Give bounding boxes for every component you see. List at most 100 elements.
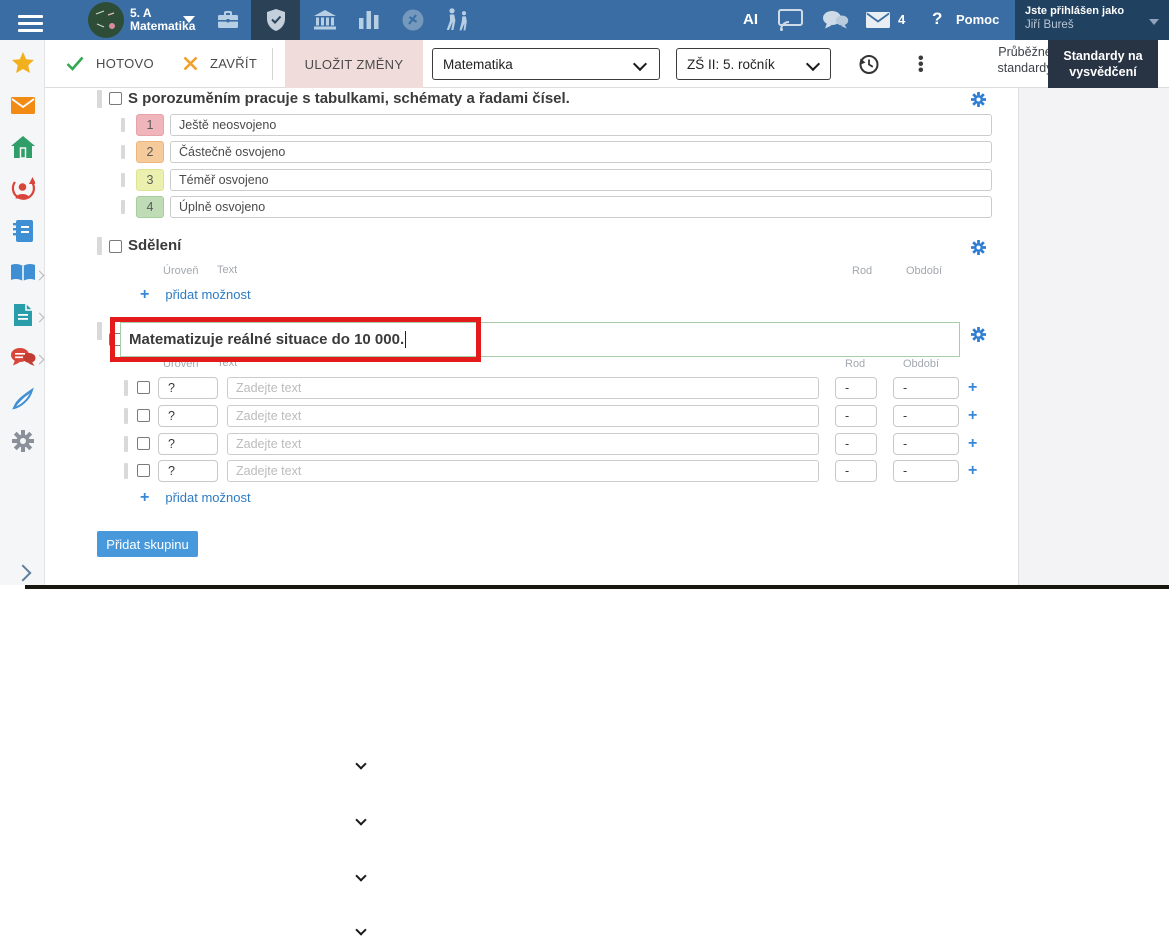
row-add-icon[interactable]: + <box>968 464 977 478</box>
drag-handle[interactable] <box>97 237 102 255</box>
top-navigation-bar: 5. A Matematika AI 4 ? Pomoc Jste přihlá… <box>0 0 1169 40</box>
row-checkbox[interactable] <box>137 381 150 394</box>
bar-chart-icon[interactable] <box>344 0 393 40</box>
group1-title: S porozuměním pracuje s tabulkami, schém… <box>128 90 570 107</box>
chevron-right-icon <box>35 271 45 281</box>
option-text[interactable]: Částečně osvojeno <box>170 141 992 163</box>
row-checkbox[interactable] <box>137 409 150 422</box>
chat-bubbles-icon[interactable] <box>822 10 849 36</box>
row-checkbox[interactable] <box>137 437 150 450</box>
sidebar-expand-chevron[interactable] <box>0 558 45 588</box>
cross-icon <box>183 56 198 71</box>
drag-handle[interactable] <box>124 436 128 452</box>
bank-icon[interactable] <box>300 0 349 40</box>
option-text[interactable]: Téměř osvojeno <box>170 169 992 191</box>
subject-select-value: Matematika <box>443 57 513 72</box>
row-period-select[interactable]: - <box>893 405 959 427</box>
sidebar-item-notebook[interactable] <box>0 216 45 246</box>
row-gender-select[interactable]: - <box>835 460 877 482</box>
cast-icon[interactable] <box>778 9 803 36</box>
group3-gear-icon[interactable] <box>971 327 986 347</box>
login-user-name: Jiří Bureš <box>1025 19 1159 31</box>
compass-badge-icon[interactable] <box>388 0 437 40</box>
mail-count-badge: 4 <box>898 12 905 27</box>
column-label-gender: Rod <box>852 265 872 277</box>
subject-select[interactable]: Matematika <box>432 48 660 80</box>
class-avatar[interactable] <box>88 2 124 43</box>
level-badge: 1 <box>136 114 164 136</box>
sidebar-item-home[interactable] <box>0 132 45 162</box>
drag-handle[interactable] <box>121 200 125 214</box>
column-label-period: Období <box>906 265 942 277</box>
row-period-select[interactable]: - <box>893 460 959 482</box>
row-level-select[interactable]: ? <box>158 377 218 399</box>
walkers-icon[interactable] <box>432 0 481 40</box>
help-button[interactable]: ? <box>932 9 942 29</box>
caret-down-icon[interactable] <box>183 16 195 23</box>
row-level-select[interactable]: ? <box>158 460 218 482</box>
hamburger-menu-icon[interactable] <box>18 11 43 36</box>
row-gender-select[interactable]: - <box>835 433 877 455</box>
row-gender-select[interactable]: - <box>835 377 877 399</box>
row-level-select[interactable]: ? <box>158 405 218 427</box>
row-period-select[interactable]: - <box>893 433 959 455</box>
option-text[interactable]: Ještě neosvojeno <box>170 114 992 136</box>
row-text-input[interactable] <box>227 433 819 455</box>
history-icon[interactable] <box>856 53 880 81</box>
drag-handle[interactable] <box>121 118 125 132</box>
envelope-icon[interactable] <box>866 12 890 33</box>
row-checkbox[interactable] <box>137 464 150 477</box>
drag-handle[interactable] <box>97 322 102 340</box>
sidebar-item-envelope[interactable] <box>0 90 45 120</box>
plus-icon: + <box>140 288 149 302</box>
drag-handle[interactable] <box>121 173 125 187</box>
group2-add-option[interactable]: + přidat možnost <box>140 287 251 302</box>
sidebar-item-gear[interactable] <box>0 426 45 456</box>
drag-handle[interactable] <box>124 408 128 424</box>
drag-handle[interactable] <box>124 463 128 479</box>
option-text[interactable]: Úplně osvojeno <box>170 196 992 218</box>
group2-gear-icon[interactable] <box>971 240 986 260</box>
chevron-right-icon <box>35 355 45 365</box>
row-add-icon[interactable]: + <box>968 381 977 395</box>
column-label-text: Text <box>217 264 237 276</box>
row-period-select[interactable]: - <box>893 377 959 399</box>
row-gender-select[interactable]: - <box>835 405 877 427</box>
row-text-input[interactable] <box>227 377 819 399</box>
row-text-input[interactable] <box>227 405 819 427</box>
help-label[interactable]: Pomoc <box>956 12 999 27</box>
add-option-label: přidat možnost <box>165 490 250 505</box>
row-text-input[interactable] <box>227 460 819 482</box>
column-label-gender: Rod <box>845 358 865 370</box>
level-badge: 3 <box>136 169 164 191</box>
group3-add-option[interactable]: + přidat možnost <box>140 490 251 505</box>
grade-select[interactable]: ZŠ II: 5. ročník <box>676 48 831 80</box>
sidebar-item-person-sync[interactable] <box>0 174 45 204</box>
sidebar-item-star[interactable] <box>0 48 45 78</box>
group1-gear-icon[interactable] <box>971 92 986 112</box>
group1-checkbox[interactable] <box>109 92 122 105</box>
add-group-button[interactable]: Přidat skupinu <box>97 531 198 557</box>
row-add-icon[interactable]: + <box>968 437 977 451</box>
drag-handle[interactable] <box>121 145 125 159</box>
shield-check-icon[interactable] <box>251 0 300 40</box>
close-button[interactable]: ZAVŘÍT <box>183 56 257 71</box>
sidebar-item-chat[interactable] <box>0 342 45 372</box>
row-level-select[interactable]: ? <box>158 433 218 455</box>
kebab-menu-icon[interactable]: ••• <box>918 56 924 74</box>
group2-checkbox[interactable] <box>109 240 122 253</box>
sidebar-item-book[interactable] <box>0 258 45 288</box>
caret-down-icon <box>1149 19 1159 25</box>
done-button[interactable]: HOTOVO <box>66 56 154 71</box>
sidebar-item-document[interactable] <box>0 300 45 330</box>
drag-handle[interactable] <box>97 90 102 108</box>
ai-label[interactable]: AI <box>743 11 758 28</box>
row-add-icon[interactable]: + <box>968 409 977 423</box>
chevron-down-icon <box>355 924 366 935</box>
save-changes-button[interactable]: ULOŽIT ZMĚNY <box>285 40 423 88</box>
drag-handle[interactable] <box>124 380 128 396</box>
logged-in-user-box[interactable]: Jste přihlášen jako Jiří Bureš <box>1015 0 1169 44</box>
briefcase-icon[interactable] <box>203 0 252 40</box>
tab-report-standards[interactable]: Standardy na vysvědčení <box>1048 40 1158 88</box>
sidebar-item-pen[interactable] <box>0 384 45 414</box>
